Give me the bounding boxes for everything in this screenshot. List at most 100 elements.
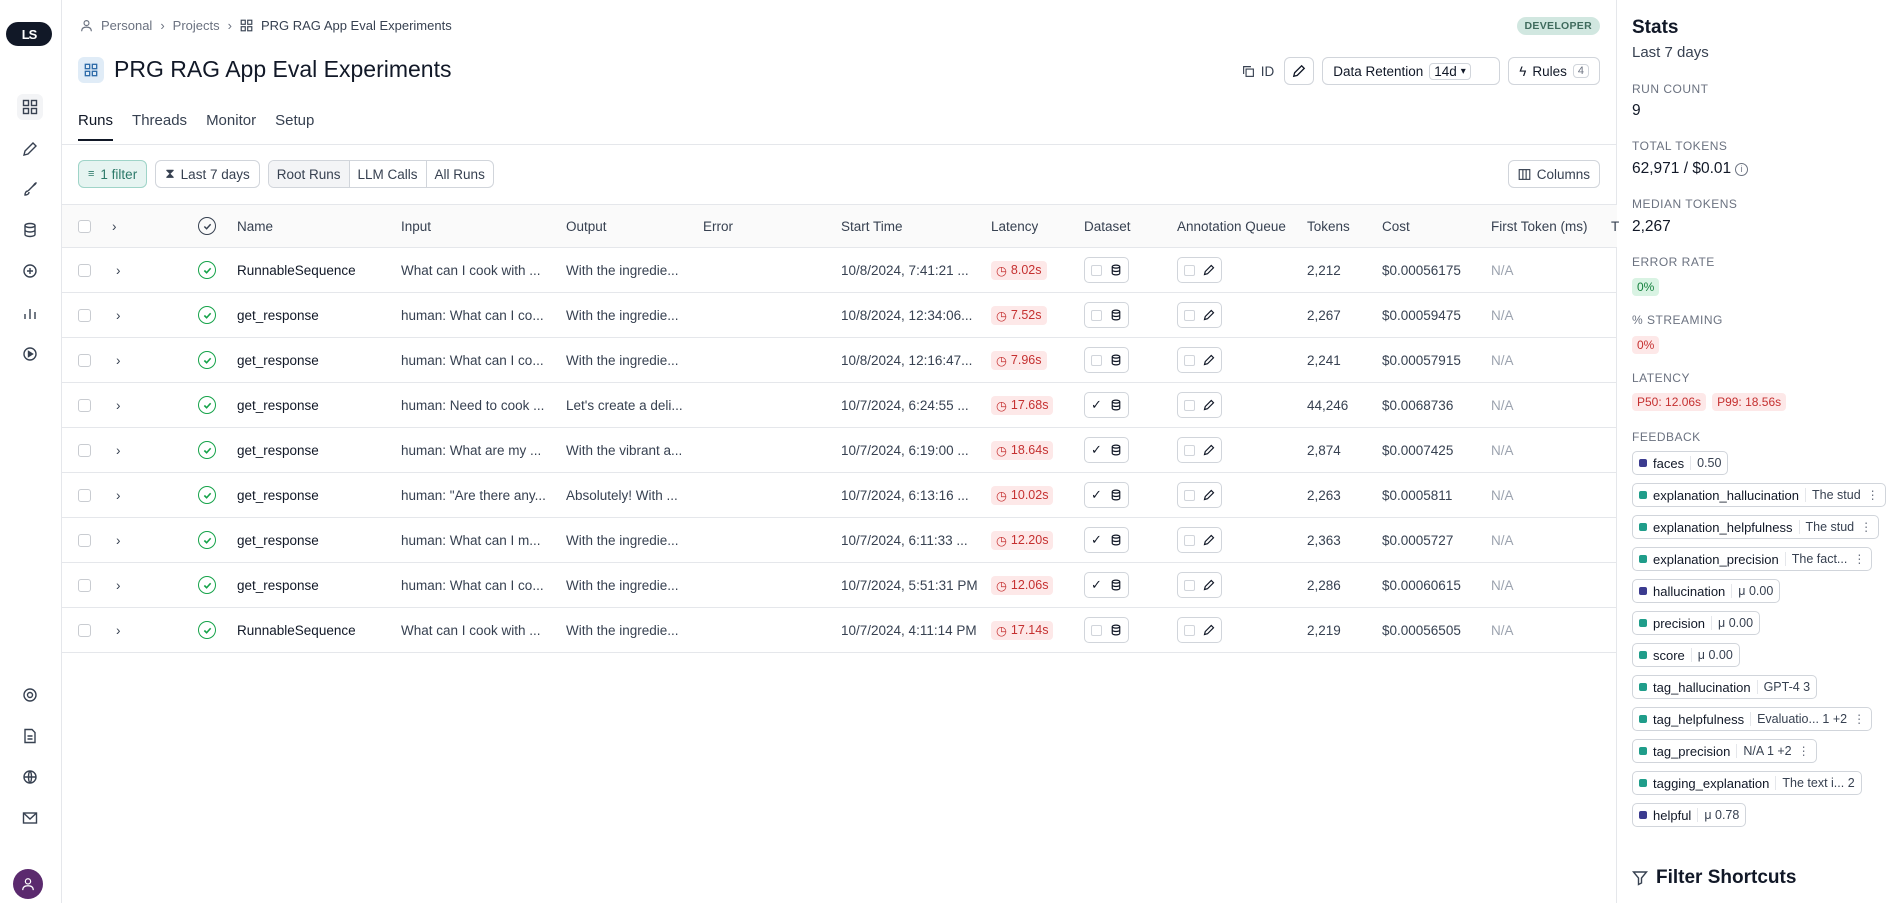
- feedback-chip[interactable]: tagging_explanation The text i... 2: [1632, 771, 1862, 795]
- row-checkbox[interactable]: [78, 443, 91, 457]
- add-to-annotation-queue-button[interactable]: [1177, 482, 1222, 508]
- edit-button[interactable]: [1284, 57, 1315, 85]
- breadcrumb-projects[interactable]: Projects: [173, 18, 220, 33]
- table-row[interactable]: › get_response human: What can I co... W…: [62, 293, 1617, 338]
- segment-all-runs[interactable]: All Runs: [427, 161, 493, 187]
- expand-chevron-icon[interactable]: ›: [116, 293, 121, 337]
- column-header[interactable]: Output: [566, 205, 607, 247]
- feedback-chip[interactable]: score μ 0.00: [1632, 643, 1740, 667]
- feedback-chip[interactable]: explanation_helpfulness The stud ⋮: [1632, 515, 1880, 539]
- projects-icon[interactable]: [17, 94, 43, 120]
- expand-chevron-icon[interactable]: ›: [116, 248, 121, 292]
- table-row[interactable]: › get_response human: What can I co... W…: [62, 563, 1617, 608]
- chat-add-icon[interactable]: [17, 258, 43, 284]
- data-retention-select[interactable]: Data Retention 14d ▾: [1322, 57, 1501, 85]
- more-vertical-icon[interactable]: ⋮: [1853, 712, 1865, 726]
- user-avatar[interactable]: [13, 869, 43, 899]
- segment-root-runs[interactable]: Root Runs: [268, 161, 350, 187]
- column-header[interactable]: Latency: [991, 205, 1038, 247]
- table-row[interactable]: › get_response human: What are my ... Wi…: [62, 428, 1617, 473]
- tab-threads[interactable]: Threads: [132, 112, 187, 141]
- add-to-annotation-queue-button[interactable]: [1177, 392, 1222, 418]
- feedback-chip[interactable]: tag_helpfulness Evaluatio... 1 +2 ⋮: [1632, 707, 1873, 731]
- add-to-annotation-queue-button[interactable]: [1177, 302, 1222, 328]
- add-to-annotation-queue-button[interactable]: [1177, 527, 1222, 553]
- row-checkbox[interactable]: [78, 263, 91, 277]
- more-vertical-icon[interactable]: ⋮: [1867, 488, 1879, 502]
- segment-llm-calls[interactable]: LLM Calls: [350, 161, 427, 187]
- expand-chevron-icon[interactable]: ›: [116, 518, 121, 562]
- tab-runs[interactable]: Runs: [78, 112, 114, 141]
- expand-chevron-icon[interactable]: ›: [116, 383, 121, 427]
- row-checkbox[interactable]: [78, 623, 91, 637]
- run-name[interactable]: get_response: [237, 293, 319, 337]
- run-name[interactable]: get_response: [237, 428, 319, 472]
- row-checkbox[interactable]: [78, 578, 91, 592]
- globe-icon[interactable]: [17, 764, 43, 790]
- column-header[interactable]: Dataset: [1084, 205, 1131, 247]
- mail-icon[interactable]: [17, 805, 43, 831]
- feedback-chip[interactable]: tag_precision N/A 1 +2 ⋮: [1632, 739, 1817, 763]
- expand-chevron-icon[interactable]: ›: [116, 608, 121, 652]
- run-name[interactable]: RunnableSequence: [237, 608, 356, 652]
- column-header[interactable]: Annotation Queue: [1177, 205, 1286, 247]
- table-row[interactable]: › get_response human: What can I co... W…: [62, 338, 1617, 383]
- column-header[interactable]: Name: [237, 205, 273, 247]
- rules-button[interactable]: ϟ Rules 4: [1508, 57, 1600, 85]
- play-circle-icon[interactable]: [17, 341, 43, 367]
- expand-chevron-icon[interactable]: ›: [116, 563, 121, 607]
- tab-monitor[interactable]: Monitor: [206, 112, 256, 141]
- columns-button[interactable]: Columns: [1507, 160, 1600, 188]
- run-name[interactable]: RunnableSequence: [237, 248, 356, 292]
- table-row[interactable]: › get_response human: Need to cook ... L…: [62, 383, 1617, 428]
- more-vertical-icon[interactable]: ⋮: [1798, 744, 1810, 758]
- run-name[interactable]: get_response: [237, 383, 319, 427]
- run-name[interactable]: get_response: [237, 338, 319, 382]
- column-header[interactable]: Error: [703, 205, 733, 247]
- more-vertical-icon[interactable]: ⋮: [1853, 552, 1865, 566]
- add-to-dataset-button[interactable]: ✓: [1084, 482, 1129, 508]
- info-icon[interactable]: i: [1735, 162, 1749, 176]
- table-row[interactable]: › get_response human: "Are there any... …: [62, 473, 1617, 518]
- copy-id-button[interactable]: ID: [1239, 57, 1277, 85]
- table-row[interactable]: › RunnableSequence What can I cook with …: [62, 608, 1617, 653]
- time-range-button[interactable]: ⧗ Last 7 days: [155, 160, 260, 188]
- row-checkbox[interactable]: [78, 533, 91, 547]
- feedback-chip[interactable]: faces 0.50: [1632, 451, 1729, 475]
- column-header[interactable]: First Token (ms): [1491, 205, 1588, 247]
- feedback-chip[interactable]: helpful μ 0.78: [1632, 803, 1747, 827]
- add-to-dataset-button[interactable]: [1084, 257, 1129, 283]
- feedback-chip[interactable]: explanation_precision The fact... ⋮: [1632, 547, 1873, 571]
- run-name[interactable]: get_response: [237, 518, 319, 562]
- add-to-dataset-button[interactable]: ✓: [1084, 572, 1129, 598]
- add-to-dataset-button[interactable]: ✓: [1084, 527, 1129, 553]
- add-to-annotation-queue-button[interactable]: [1177, 257, 1222, 283]
- breadcrumb-personal[interactable]: Personal: [101, 18, 152, 33]
- add-to-dataset-button[interactable]: ✓: [1084, 437, 1129, 463]
- filter-button[interactable]: ≡ 1 filter: [78, 160, 148, 188]
- database-icon[interactable]: [17, 217, 43, 243]
- expand-chevron-icon[interactable]: ›: [116, 428, 121, 472]
- add-to-dataset-button[interactable]: [1084, 347, 1129, 373]
- run-name[interactable]: get_response: [237, 563, 319, 607]
- document-icon[interactable]: [17, 723, 43, 749]
- table-row[interactable]: › RunnableSequence What can I cook with …: [62, 248, 1617, 293]
- bar-chart-icon[interactable]: [17, 300, 43, 326]
- rocket-icon[interactable]: [17, 176, 43, 202]
- feedback-chip[interactable]: hallucination μ 0.00: [1632, 579, 1781, 603]
- tab-setup[interactable]: Setup: [275, 112, 314, 141]
- row-checkbox[interactable]: [78, 488, 91, 502]
- more-vertical-icon[interactable]: ⋮: [1860, 520, 1872, 534]
- feedback-chip[interactable]: tag_hallucination GPT-4 3: [1632, 675, 1818, 699]
- column-header[interactable]: Start Time: [841, 205, 903, 247]
- add-to-annotation-queue-button[interactable]: [1177, 437, 1222, 463]
- add-to-dataset-button[interactable]: [1084, 617, 1129, 643]
- row-checkbox[interactable]: [78, 398, 91, 412]
- add-to-annotation-queue-button[interactable]: [1177, 617, 1222, 643]
- expand-chevron-icon[interactable]: ›: [116, 338, 121, 382]
- app-logo[interactable]: LS: [6, 22, 52, 46]
- expand-chevron-icon[interactable]: ›: [116, 473, 121, 517]
- table-row[interactable]: › get_response human: What can I m... Wi…: [62, 518, 1617, 563]
- column-header[interactable]: Cost: [1382, 205, 1410, 247]
- add-to-dataset-button[interactable]: [1084, 302, 1129, 328]
